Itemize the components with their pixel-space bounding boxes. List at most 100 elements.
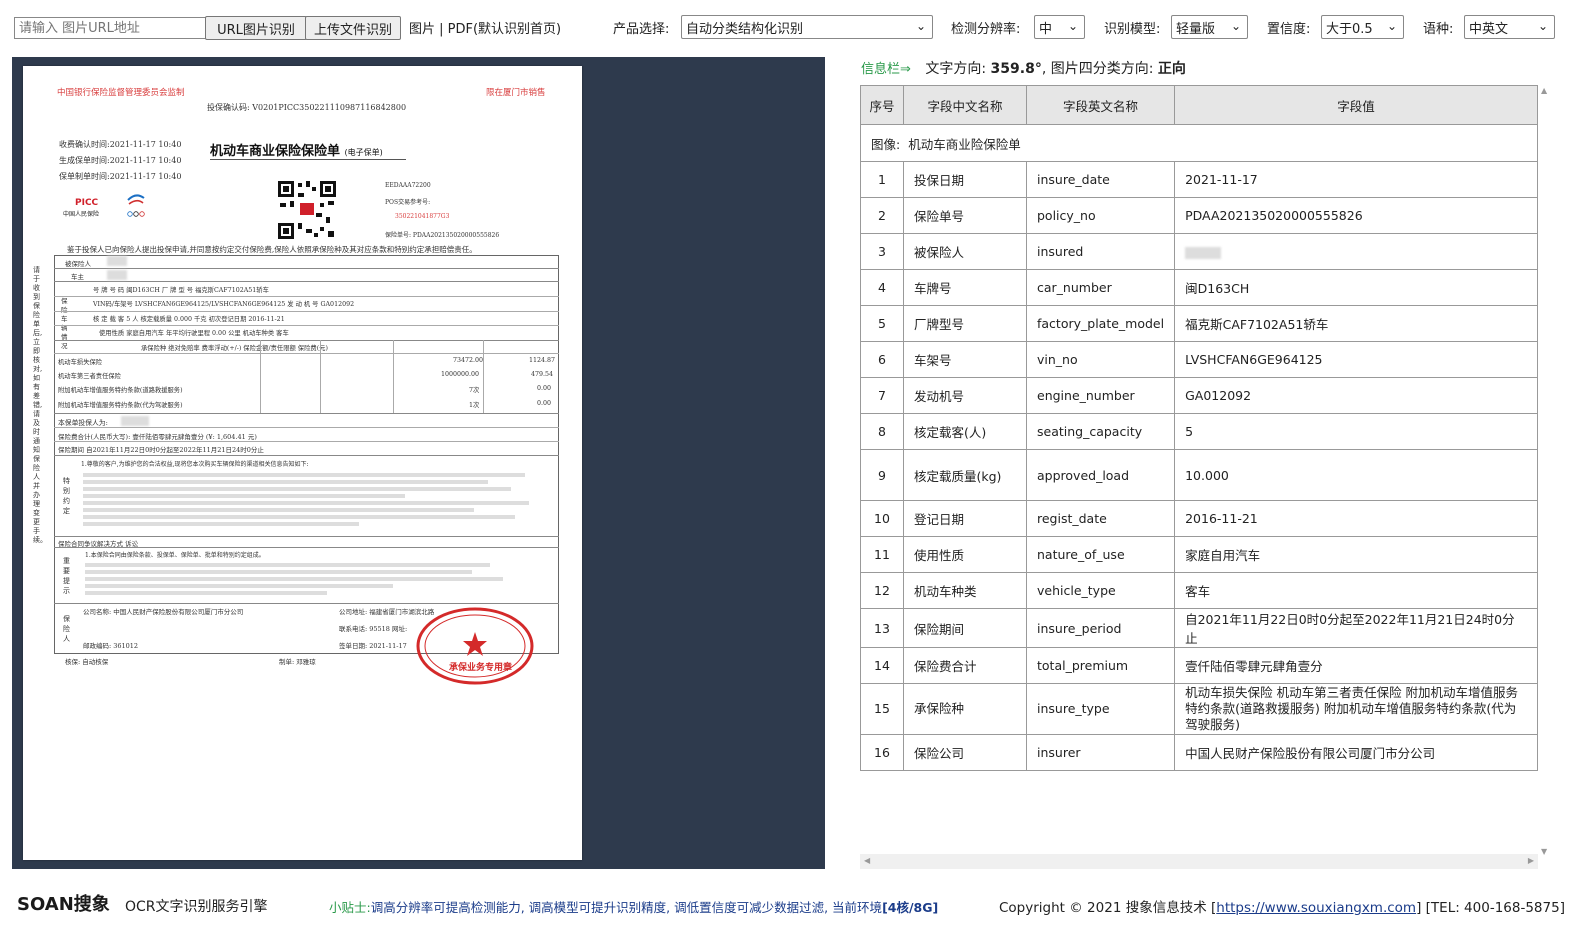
header-en-name: 字段英文名称 [1025, 85, 1176, 125]
row-en-name: factory_plate_model [1025, 305, 1176, 342]
row-value: 5 [1174, 413, 1538, 450]
row-value: 福克斯CAF7102A51轿车 [1174, 305, 1538, 342]
info-bar: 信息栏⇒ 文字方向: 359.8°, 图片四分类方向: 正向 [861, 58, 1186, 78]
row-index: 10 [860, 500, 904, 537]
horizontal-scrollbar[interactable]: ◀ ▶ [860, 854, 1538, 869]
vertical-scrollbar[interactable]: ▲ ▼ [1538, 86, 1553, 856]
row-en-name: insure_period [1025, 608, 1176, 648]
row-en-name: insure_type [1025, 683, 1176, 735]
doc-row-line [54, 441, 559, 442]
text-line [85, 570, 473, 574]
file-hint: 图片 | PDF(默认识别首页) [409, 22, 562, 37]
footer-tip-label: 小贴士: [329, 900, 371, 915]
row-value: GA012092 [1174, 377, 1538, 414]
table-row: 9 核定载质量(kg) approved_load 10.000 [860, 449, 1538, 501]
doc-title-suffix: (电子保单) [344, 148, 383, 157]
doc-row-line [54, 281, 559, 282]
website-link[interactable]: https://www.souxiangxm.com [1216, 900, 1416, 916]
image-direction-value: 正向 [1157, 61, 1186, 77]
doc-special-label: 特别约定 [63, 477, 70, 515]
url-input[interactable] [14, 17, 208, 39]
chevron-down-icon: ⌄ [1230, 19, 1241, 33]
doc-coverage3: 附加机动车增值服务特约条款(道路救援服务) [58, 387, 183, 394]
row-index: 15 [860, 683, 904, 735]
row-en-name: insure_date [1025, 161, 1176, 198]
row-value [1174, 233, 1538, 270]
doc-header-right: 限在厦门市销售 [486, 88, 546, 98]
row-index: 7 [860, 377, 904, 414]
row-value: 机动车损失保险 机动车第三者责任保险 附加机动车增值服务特约条款(道路救援服务)… [1174, 683, 1538, 735]
row-en-name: vehicle_type [1025, 572, 1176, 609]
scroll-right-arrow-icon[interactable]: ▶ [1528, 856, 1534, 865]
footer-copyright: Copyright © 2021 搜象信息技术 [https://www.sou… [999, 896, 1565, 916]
scroll-left-arrow-icon[interactable]: ◀ [864, 856, 870, 865]
picc-logo-subtitle: 中国人民保险 [63, 211, 100, 218]
footer-tip-text: 调高分辨率可提高检测能力, 调高模型可提升识别精度, 调低置信度可减少数据过滤,… [370, 900, 883, 915]
doc-plate-row: 号 牌 号 码 闽D163CH 厂 牌 型 号 福克斯CAF7102A51轿车 [93, 287, 269, 294]
row-cn-name: 使用性质 [903, 536, 1027, 573]
doc-coverage3-amount: 7次 [469, 387, 480, 394]
redacted-block [107, 270, 127, 280]
doc-important-text: 1.本保险合同由保险条款、投保单、保险单、批单和特别约定组成。 [85, 552, 265, 559]
result-table-container[interactable]: 序号 字段中文名称 字段英文名称 字段值 图像: 机动车商业险保险单 1 投保日期… [860, 85, 1553, 870]
doc-intro: 鉴于投保人已向保险人提出投保申请,并同意按约定交付保险费,保险人依照承保险种及其… [67, 245, 477, 254]
resolution-select[interactable]: 中 ⌄ [1034, 15, 1085, 39]
row-cn-name: 车架号 [903, 341, 1027, 378]
chevron-down-icon: ⌄ [1386, 19, 1397, 33]
text-line [83, 501, 530, 505]
footer-engine-name: OCR文字识别服务引擎 [125, 899, 268, 915]
text-line [83, 515, 516, 519]
chevron-down-icon: ⌄ [1067, 19, 1078, 33]
olympic-emblem-icon [123, 190, 149, 220]
confidence-select[interactable]: 大于0.5 ⌄ [1321, 15, 1404, 39]
resolution-select-value: 中 [1039, 21, 1053, 37]
image-type-cell: 图像: 机动车商业险保险单 [860, 124, 1538, 162]
doc-total: 保险费合计(人民币大写): 壹仟陆佰零肆元肆角壹分 (¥: 1,604.41 元… [58, 433, 257, 441]
row-index: 13 [860, 608, 904, 648]
document-preview-panel: 中国银行保险监督管理委员会监制 限在厦门市销售 投保确认码: V0201PICC… [12, 57, 825, 869]
doc-title: 机动车商业保险保险单 (电子保单) [210, 140, 383, 159]
row-cn-name: 被保险人 [903, 233, 1027, 270]
doc-special-text: 1.尊敬的客户,为维护您的合法权益,现将您本次购买车辆保险的渠道相关信息告知如下… [81, 461, 309, 468]
official-seal: 承保业务专用章 [415, 606, 535, 686]
footer-env: [4核/8G] [882, 900, 939, 915]
model-label: 识别模型: [1104, 22, 1161, 37]
row-cn-name: 车牌号 [903, 269, 1027, 306]
doc-important-lines [85, 560, 525, 598]
url-recognize-button[interactable]: URL图片识别 [205, 16, 307, 40]
doc-underwrite: 核保: 自动核保 [65, 658, 109, 666]
table-row: 1 投保日期 insure_date 2021-11-17 [860, 161, 1538, 198]
doc-sign-date: 签单日期: 2021-11-17 [339, 642, 407, 650]
product-select[interactable]: 自动分类结构化识别 ⌄ [681, 15, 933, 39]
doc-coverage1-amount: 73472.00 [453, 357, 484, 364]
doc-important-label: 重要提示 [63, 557, 70, 595]
row-index: 4 [860, 269, 904, 306]
table-row: 3 被保险人 insured [860, 233, 1538, 270]
language-select[interactable]: 中英文 ⌄ [1464, 15, 1555, 39]
result-table: 序号 字段中文名称 字段英文名称 字段值 图像: 机动车商业险保险单 1 投保日期… [860, 85, 1538, 771]
doc-maker: 制单: 邓雅琼 [279, 658, 316, 666]
model-select[interactable]: 轻量版 ⌄ [1171, 15, 1248, 39]
text-line [85, 563, 490, 567]
row-en-name: insured [1025, 233, 1176, 270]
doc-coverage2: 机动车第三者责任保险 [58, 373, 121, 380]
row-en-name: seating_capacity [1025, 413, 1176, 450]
soan-logo: SOAN搜象 [17, 894, 110, 915]
row-index: 12 [860, 572, 904, 609]
scroll-up-arrow-icon[interactable]: ▲ [1541, 86, 1547, 95]
upload-file-button[interactable]: 上传文件识别 [305, 16, 401, 40]
table-row: 8 核定载客(人) seating_capacity 5 [860, 413, 1538, 450]
doc-insurer-name: 公司名称: 中国人民财产保险股份有限公司厦门市分公司 [83, 608, 244, 616]
doc-coverage4-fee: 0.00 [537, 400, 552, 407]
row-cn-name: 保险期间 [903, 608, 1027, 648]
doc-coverage2-amount: 1000000.00 [441, 371, 480, 378]
table-row: 4 车牌号 car_number 闽D163CH [860, 269, 1538, 306]
row-en-name: approved_load [1025, 449, 1176, 501]
text-line [83, 494, 405, 498]
row-value: 闽D163CH [1174, 269, 1538, 306]
row-value: PDAA202135020000555826 [1174, 197, 1538, 234]
text-line [83, 480, 488, 484]
toolbar: URL图片识别 上传文件识别 图片 | PDF(默认识别首页) 产品选择: 自动… [0, 0, 1581, 50]
row-cn-name: 保险公司 [903, 734, 1027, 771]
scroll-down-arrow-icon[interactable]: ▼ [1541, 847, 1547, 856]
